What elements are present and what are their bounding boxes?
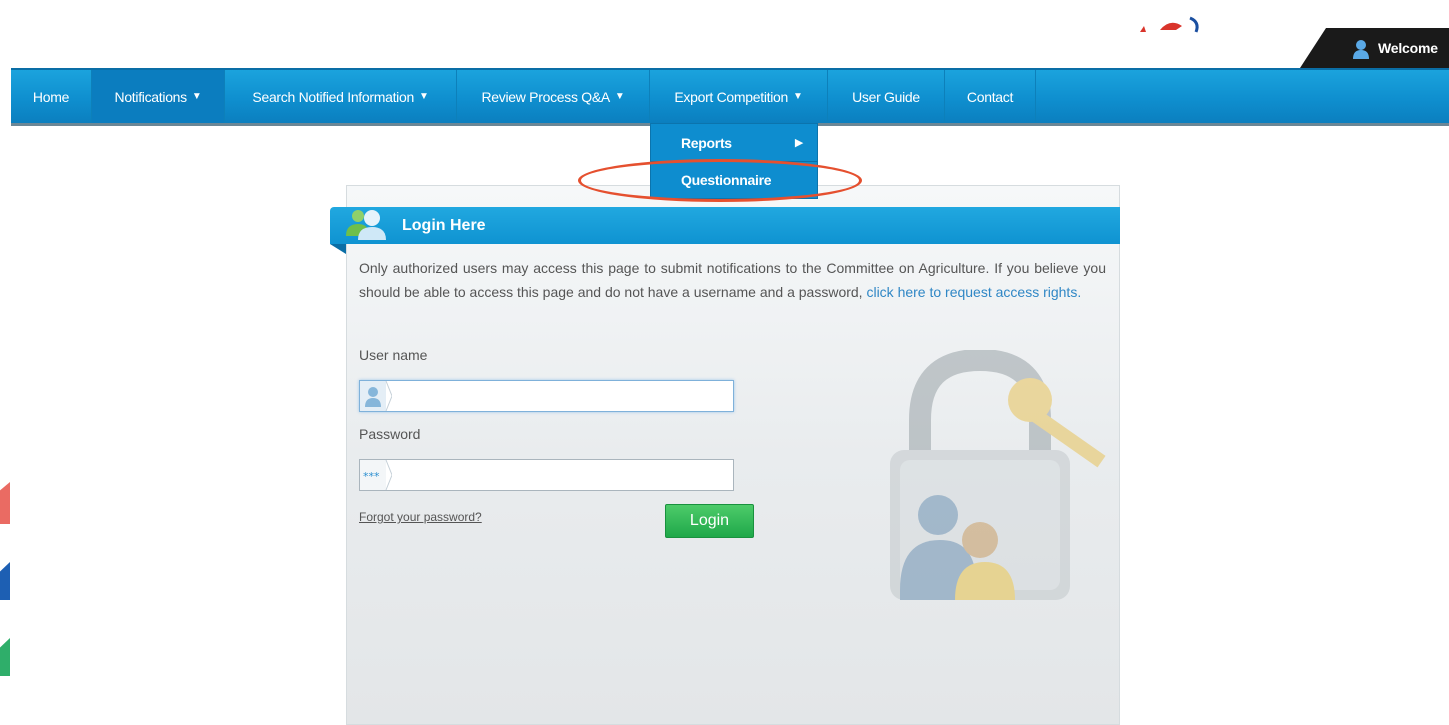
- login-panel-header: Login Here: [330, 207, 1120, 244]
- dropdown-item-reports-label: Reports: [681, 134, 732, 151]
- nav-contact[interactable]: Contact: [945, 70, 1036, 123]
- nav-home-label: Home: [32, 88, 70, 105]
- nav-export-competition-label: Export Competition: [674, 88, 789, 105]
- nav-notifications-label: Notifications: [114, 88, 188, 105]
- user-icon: [1353, 40, 1369, 59]
- username-label: User name: [359, 347, 428, 363]
- main-nav: Home Notifications ▼ Search Notified Inf…: [11, 68, 1449, 126]
- nav-user-guide-label: User Guide: [852, 88, 920, 105]
- logo-fragment: [1140, 16, 1199, 33]
- nav-search-notified-label: Search Notified Information: [252, 88, 414, 105]
- svg-text:***: ***: [363, 470, 380, 483]
- nav-search-notified[interactable]: Search Notified Information ▼: [225, 70, 457, 123]
- welcome-tab[interactable]: Welcome: [1300, 28, 1449, 68]
- password-field-icon: ***: [360, 460, 392, 490]
- login-button[interactable]: Login: [665, 504, 754, 538]
- password-label: Password: [359, 426, 421, 442]
- chevron-down-icon: ▼: [614, 91, 625, 102]
- login-title: Login Here: [402, 216, 486, 234]
- chevron-right-icon: ▶: [794, 137, 803, 149]
- password-field[interactable]: ***: [359, 459, 741, 491]
- dropdown-item-questionnaire-label: Questionnaire: [681, 172, 772, 188]
- login-intro: Only authorized users may access this pa…: [359, 256, 1106, 304]
- nav-export-competition[interactable]: Export Competition ▼: [650, 70, 828, 123]
- username-field[interactable]: [359, 380, 741, 412]
- password-input[interactable]: [394, 460, 741, 490]
- forgot-password-link[interactable]: Forgot your password?: [359, 510, 482, 524]
- edge-decoration-red: [0, 482, 10, 524]
- nav-review-process-label: Review Process Q&A: [481, 88, 610, 105]
- dropdown-item-reports[interactable]: Reports ▶: [651, 124, 817, 161]
- nav-review-process[interactable]: Review Process Q&A ▼: [457, 70, 650, 123]
- header-notch: [330, 244, 346, 254]
- nav-user-guide[interactable]: User Guide: [828, 70, 945, 123]
- export-competition-dropdown: Reports ▶ Questionnaire: [650, 123, 818, 199]
- chevron-down-icon: ▼: [191, 91, 202, 102]
- dropdown-item-questionnaire[interactable]: Questionnaire: [651, 161, 817, 198]
- chevron-down-icon: ▼: [793, 91, 803, 102]
- edge-decoration-blue: [0, 562, 10, 600]
- welcome-label: Welcome: [1378, 40, 1438, 56]
- nav-notifications[interactable]: Notifications ▼: [92, 70, 225, 123]
- users-icon: [346, 210, 386, 240]
- chevron-down-icon: ▼: [418, 91, 429, 102]
- padlock-illustration: [890, 350, 1106, 600]
- user-field-icon: [360, 381, 392, 411]
- request-access-link[interactable]: click here to request access rights.: [866, 284, 1081, 300]
- username-input[interactable]: [394, 381, 741, 411]
- nav-contact-label: Contact: [966, 88, 1014, 105]
- nav-home[interactable]: Home: [11, 70, 92, 123]
- edge-decoration-green: [0, 638, 10, 676]
